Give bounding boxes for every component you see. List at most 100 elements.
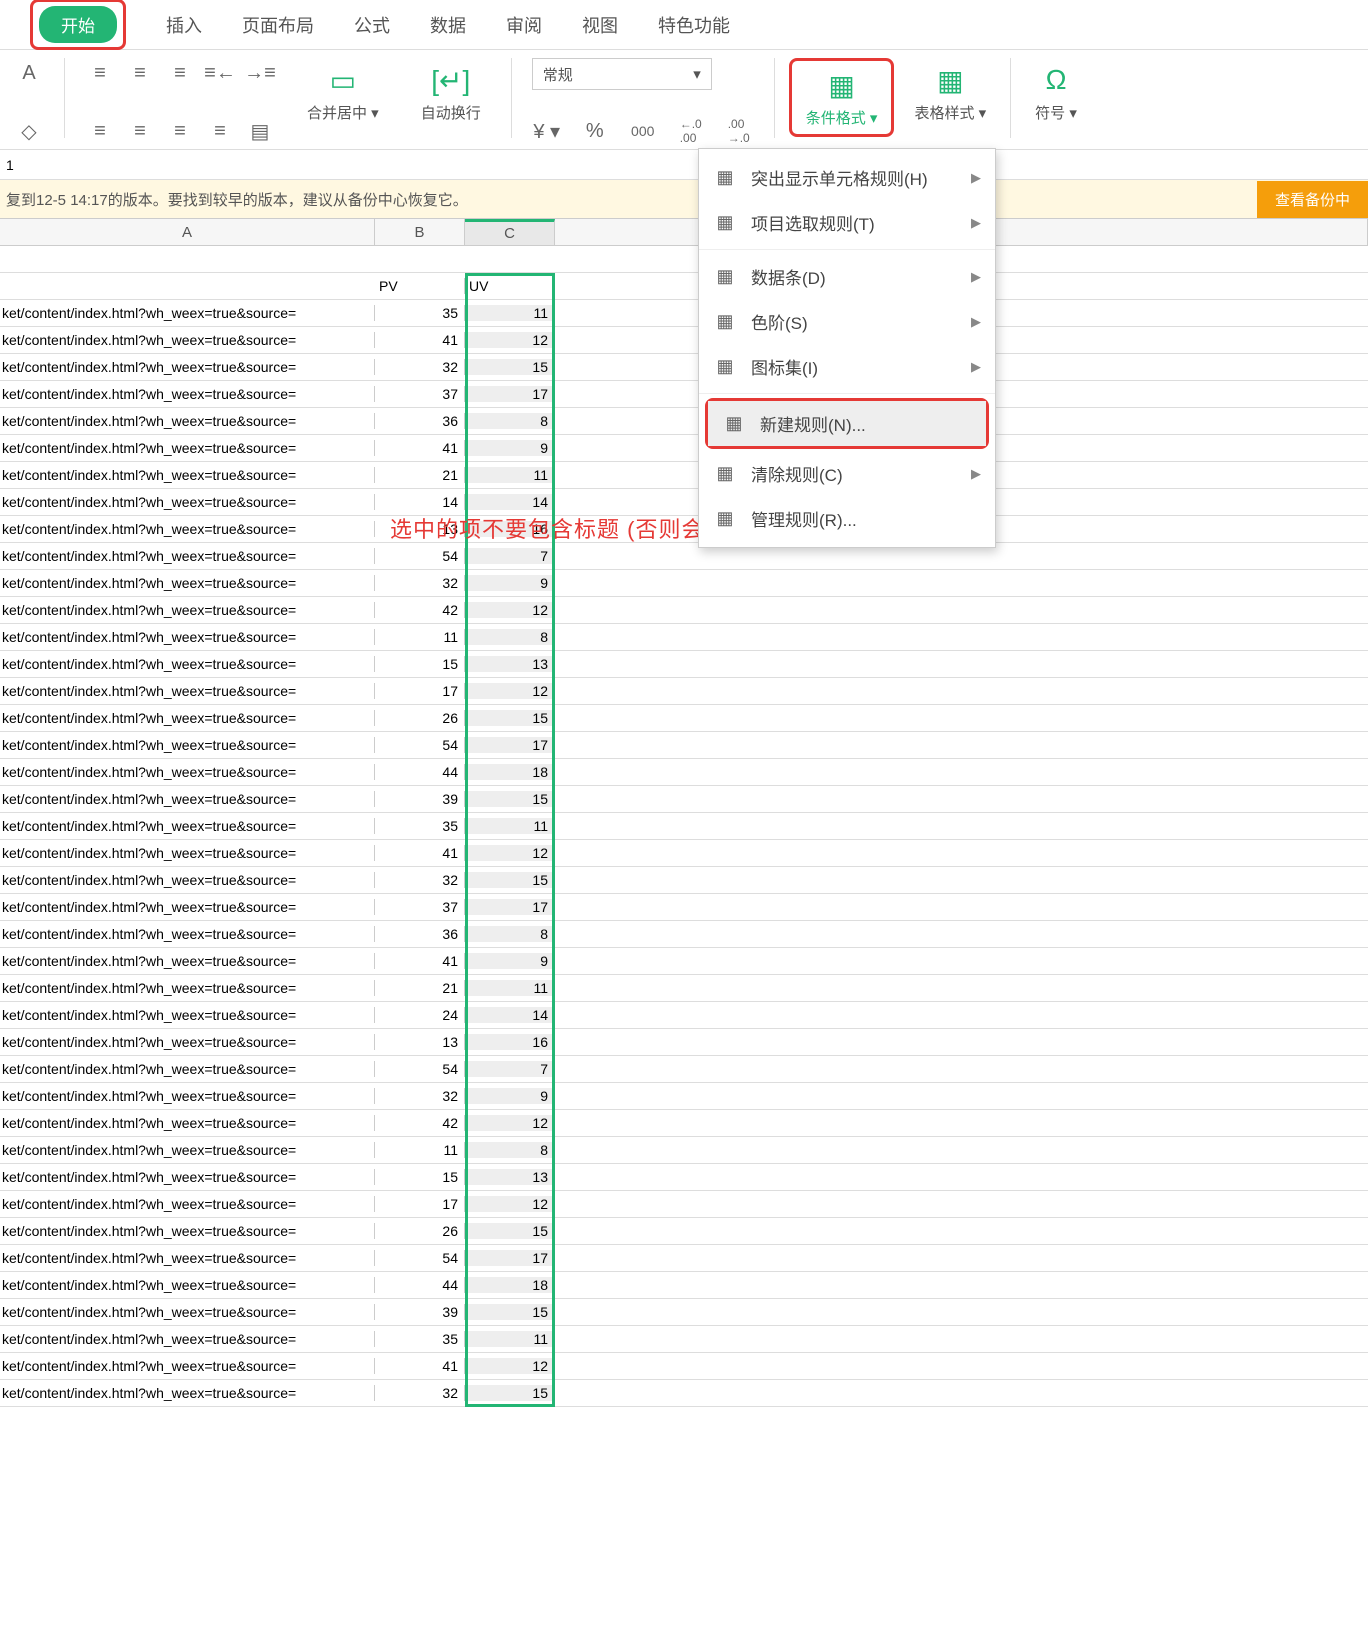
cell[interactable]: 16 <box>465 1034 555 1050</box>
cell[interactable]: 39 <box>375 1304 465 1320</box>
table-row[interactable]: ket/content/index.html?wh_weex=true&sour… <box>0 921 1368 948</box>
cell[interactable]: ket/content/index.html?wh_weex=true&sour… <box>0 791 375 807</box>
table-row[interactable]: ket/content/index.html?wh_weex=true&sour… <box>0 1029 1368 1056</box>
cell[interactable]: ket/content/index.html?wh_weex=true&sour… <box>0 872 375 888</box>
cell[interactable]: ket/content/index.html?wh_weex=true&sour… <box>0 440 375 456</box>
symbol-button[interactable]: Ω 符号 ▾ <box>1025 58 1087 127</box>
view-backup-button[interactable]: 查看备份中 <box>1257 181 1368 218</box>
cell[interactable]: 32 <box>375 1088 465 1104</box>
cell[interactable]: ket/content/index.html?wh_weex=true&sour… <box>0 467 375 483</box>
cell[interactable]: 54 <box>375 1250 465 1266</box>
cell[interactable]: 11 <box>465 467 555 483</box>
table-row[interactable]: ket/content/index.html?wh_weex=true&sour… <box>0 1380 1368 1407</box>
cell[interactable]: 54 <box>375 548 465 564</box>
table-row[interactable]: ket/content/index.html?wh_weex=true&sour… <box>0 1326 1368 1353</box>
cell[interactable]: 11 <box>465 305 555 321</box>
cell[interactable]: 12 <box>465 332 555 348</box>
cell[interactable]: 44 <box>375 764 465 780</box>
cell[interactable]: 12 <box>465 1358 555 1374</box>
table-row[interactable]: ket/content/index.html?wh_weex=true&sour… <box>0 975 1368 1002</box>
cell[interactable]: 42 <box>375 602 465 618</box>
cell[interactable]: 8 <box>465 926 555 942</box>
table-row[interactable]: ket/content/index.html?wh_weex=true&sour… <box>0 678 1368 705</box>
decrease-decimal-icon[interactable]: .00→.0 <box>724 116 754 146</box>
table-row[interactable]: ket/content/index.html?wh_weex=true&sour… <box>0 651 1368 678</box>
cell[interactable]: ket/content/index.html?wh_weex=true&sour… <box>0 899 375 915</box>
tab-view[interactable]: 视图 <box>582 12 618 38</box>
eraser-icon[interactable]: ◇ <box>14 116 44 146</box>
col-header-B[interactable]: B <box>375 219 465 245</box>
indent-decrease-icon[interactable]: ≡← <box>205 58 235 88</box>
table-row[interactable]: ket/content/index.html?wh_weex=true&sour… <box>0 1299 1368 1326</box>
cell[interactable]: ket/content/index.html?wh_weex=true&sour… <box>0 575 375 591</box>
cell[interactable]: 8 <box>465 413 555 429</box>
dd-data-bars[interactable]: ▦ 数据条(D)▶ <box>699 254 995 299</box>
table-row[interactable]: ket/content/index.html?wh_weex=true&sour… <box>0 732 1368 759</box>
cell[interactable]: 13 <box>465 656 555 672</box>
cell[interactable]: ket/content/index.html?wh_weex=true&sour… <box>0 1304 375 1320</box>
cell[interactable]: 41 <box>375 953 465 969</box>
cell[interactable]: 8 <box>465 629 555 645</box>
align-center-icon[interactable]: ≡ <box>125 116 155 146</box>
cell[interactable]: 12 <box>465 845 555 861</box>
cell[interactable]: ket/content/index.html?wh_weex=true&sour… <box>0 1223 375 1239</box>
table-row[interactable]: ket/content/index.html?wh_weex=true&sour… <box>0 813 1368 840</box>
cell[interactable]: 21 <box>375 980 465 996</box>
cell[interactable]: ket/content/index.html?wh_weex=true&sour… <box>0 1142 375 1158</box>
cell[interactable]: 7 <box>465 548 555 564</box>
number-format-select[interactable]: 常规▾ <box>532 58 712 90</box>
cell[interactable]: ket/content/index.html?wh_weex=true&sour… <box>0 359 375 375</box>
cell[interactable]: 9 <box>465 1088 555 1104</box>
cell[interactable]: 11 <box>375 629 465 645</box>
cell[interactable]: 41 <box>375 440 465 456</box>
table-row[interactable]: ket/content/index.html?wh_weex=true&sour… <box>0 624 1368 651</box>
cell[interactable]: ket/content/index.html?wh_weex=true&sour… <box>0 305 375 321</box>
cell[interactable]: ket/content/index.html?wh_weex=true&sour… <box>0 521 375 537</box>
table-row[interactable]: ket/content/index.html?wh_weex=true&sour… <box>0 570 1368 597</box>
cell[interactable]: 11 <box>465 818 555 834</box>
dd-new-rule[interactable]: ▦ 新建规则(N)... <box>708 401 986 446</box>
dd-icon-sets[interactable]: ▦ 图标集(I)▶ <box>699 344 995 389</box>
cell[interactable]: 18 <box>465 1277 555 1293</box>
cell[interactable]: ket/content/index.html?wh_weex=true&sour… <box>0 1007 375 1023</box>
cell[interactable]: ket/content/index.html?wh_weex=true&sour… <box>0 1169 375 1185</box>
table-row[interactable]: PVUV <box>0 273 1368 300</box>
cell[interactable]: 13 <box>375 1034 465 1050</box>
cell[interactable]: 12 <box>465 602 555 618</box>
cell[interactable]: 37 <box>375 386 465 402</box>
tab-insert[interactable]: 插入 <box>166 12 202 38</box>
cell[interactable]: 17 <box>465 899 555 915</box>
cell[interactable]: ket/content/index.html?wh_weex=true&sour… <box>0 413 375 429</box>
table-row[interactable]: ket/content/index.html?wh_weex=true&sour… <box>0 1002 1368 1029</box>
table-row[interactable]: ket/content/index.html?wh_weex=true&sour… <box>0 1245 1368 1272</box>
table-style-button[interactable]: ▦ 表格样式 ▾ <box>904 58 996 127</box>
cell[interactable]: ket/content/index.html?wh_weex=true&sour… <box>0 494 375 510</box>
table-row[interactable]: ket/content/index.html?wh_weex=true&sour… <box>0 1191 1368 1218</box>
cell[interactable]: ket/content/index.html?wh_weex=true&sour… <box>0 656 375 672</box>
col-header-C[interactable]: C <box>465 219 555 245</box>
cell[interactable]: 9 <box>465 575 555 591</box>
table-row[interactable]: ket/content/index.html?wh_weex=true&sour… <box>0 1164 1368 1191</box>
cell[interactable]: ket/content/index.html?wh_weex=true&sour… <box>0 710 375 726</box>
cell[interactable]: 32 <box>375 359 465 375</box>
cell[interactable]: 44 <box>375 1277 465 1293</box>
cell[interactable]: 15 <box>465 1223 555 1239</box>
cell[interactable]: 17 <box>375 683 465 699</box>
align-bottom-icon[interactable]: ≡ <box>165 58 195 88</box>
align-middle-icon[interactable]: ≡ <box>125 58 155 88</box>
cell[interactable]: 14 <box>465 1007 555 1023</box>
col-header-A[interactable]: A <box>0 219 375 245</box>
dd-color-scales[interactable]: ▦ 色阶(S)▶ <box>699 299 995 344</box>
table-row[interactable]: ket/content/index.html?wh_weex=true&sour… <box>0 1137 1368 1164</box>
cell[interactable]: 15 <box>465 710 555 726</box>
table-row[interactable]: ket/content/index.html?wh_weex=true&sour… <box>0 786 1368 813</box>
table-row[interactable]: ket/content/index.html?wh_weex=true&sour… <box>0 840 1368 867</box>
table-row[interactable]: ket/content/index.html?wh_weex=true&sour… <box>0 1218 1368 1245</box>
cell[interactable]: ket/content/index.html?wh_weex=true&sour… <box>0 1277 375 1293</box>
table-row[interactable]: ket/content/index.html?wh_weex=true&sour… <box>0 948 1368 975</box>
indent-increase-icon[interactable]: →≡ <box>245 58 275 88</box>
align-top-icon[interactable]: ≡ <box>85 58 115 88</box>
table-row[interactable]: ket/content/index.html?wh_weex=true&sour… <box>0 759 1368 786</box>
cell[interactable]: ket/content/index.html?wh_weex=true&sour… <box>0 953 375 969</box>
cell[interactable]: 12 <box>465 1196 555 1212</box>
